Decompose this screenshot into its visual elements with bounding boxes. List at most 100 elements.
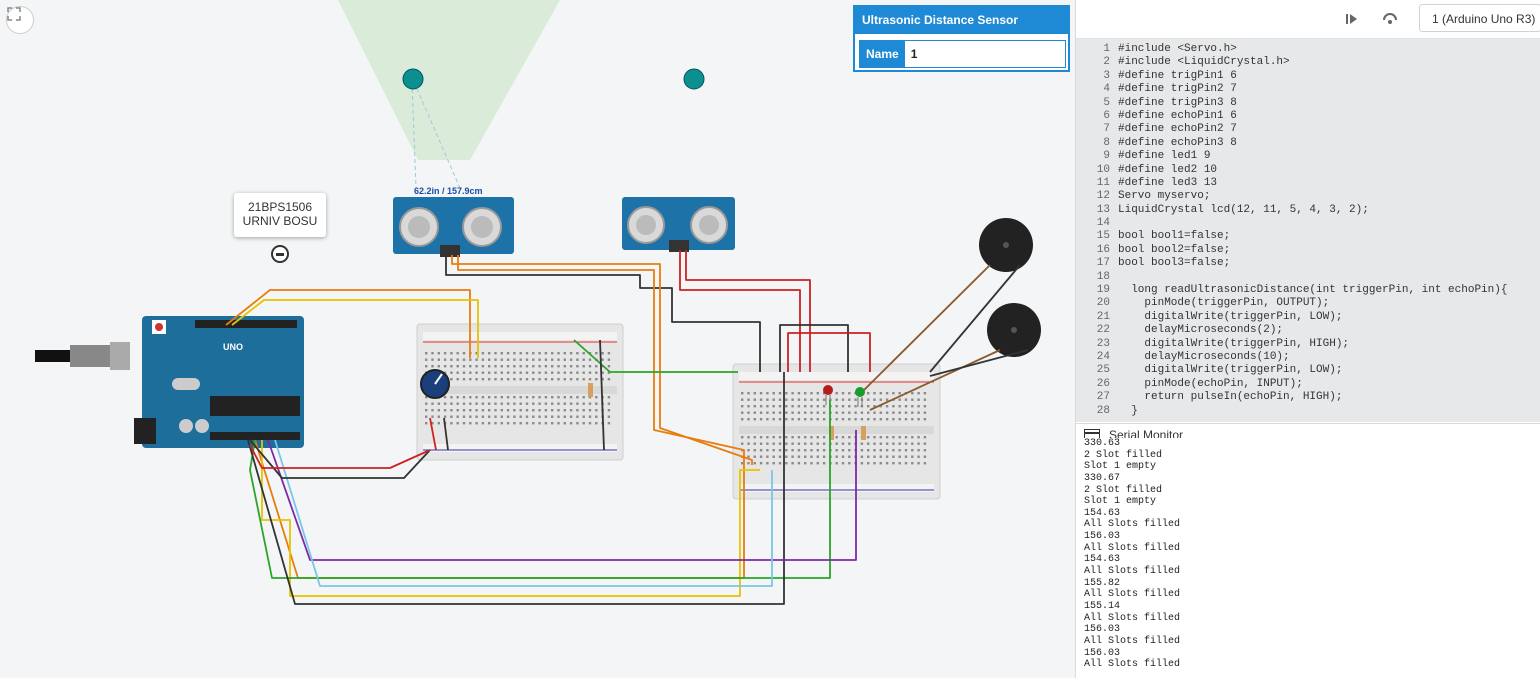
code-line[interactable]: #define trigPin2 7 bbox=[1118, 83, 1538, 96]
code-line[interactable]: #include <LiquidCrystal.h> bbox=[1118, 56, 1538, 69]
inspector-name-input[interactable] bbox=[904, 41, 1063, 67]
potentiometer[interactable] bbox=[420, 369, 450, 399]
piezo-buzzer-2[interactable] bbox=[987, 303, 1041, 357]
breadboard-hole bbox=[816, 436, 819, 439]
breadboard-hole bbox=[513, 415, 516, 418]
breadboard-2[interactable] bbox=[732, 363, 941, 500]
board-select[interactable]: 1 (Arduino Uno R3) bbox=[1419, 4, 1540, 32]
code-line[interactable]: delayMicroseconds(2); bbox=[1118, 324, 1538, 337]
breadboard-hole bbox=[923, 418, 927, 421]
breadboard-hole bbox=[519, 402, 522, 405]
code-line[interactable]: pinMode(echoPin, INPUT); bbox=[1118, 378, 1538, 391]
breadboard-hole bbox=[481, 378, 485, 381]
breadboard-hole bbox=[450, 371, 453, 374]
code-line[interactable]: LiquidCrystal lcd(12, 11, 5, 4, 3, 2); bbox=[1118, 204, 1538, 217]
code-line[interactable]: bool bool3=false; bbox=[1118, 257, 1538, 270]
breadboard-hole bbox=[747, 449, 750, 452]
distance-readout: 62.2in / 157.9cm bbox=[414, 186, 483, 196]
breadboard-hole bbox=[544, 409, 548, 412]
code-line[interactable] bbox=[1118, 271, 1538, 284]
breadboard-hole bbox=[753, 392, 756, 395]
breadboard-hole bbox=[816, 405, 819, 408]
breadboard-hole bbox=[488, 378, 491, 381]
code-line[interactable]: #define echoPin1 6 bbox=[1118, 110, 1538, 123]
breadboard-hole bbox=[797, 392, 801, 395]
line-number: 17 bbox=[1096, 257, 1110, 270]
breadboard-hole bbox=[595, 378, 598, 381]
breadboard-hole bbox=[772, 462, 775, 465]
breadboard-hole bbox=[898, 405, 901, 408]
breadboard-hole bbox=[822, 449, 826, 452]
code-editor[interactable]: 1 2 3 4 5 6 7 8 9 10 11 12 13 14 15 16 17 18 19 20 21 22 23 24 2… bbox=[1076, 39, 1540, 422]
breadboard-hole bbox=[551, 378, 554, 381]
breadboard-hole bbox=[500, 396, 503, 399]
code-line[interactable]: pinMode(triggerPin, OUTPUT); bbox=[1118, 297, 1538, 310]
breadboard-hole bbox=[848, 411, 851, 414]
annotation-note[interactable]: 21BPS1506 URNIV BOSU bbox=[234, 193, 326, 237]
serial-output-line: 154.63 bbox=[1084, 507, 1121, 519]
breadboard-hole bbox=[778, 436, 782, 439]
breadboard-hole bbox=[835, 462, 838, 465]
arduino-uno-board[interactable] bbox=[35, 316, 304, 448]
line-number: 24 bbox=[1096, 350, 1110, 363]
breadboard-hole bbox=[923, 449, 927, 452]
breadboard-hole bbox=[917, 398, 920, 401]
breadboard-hole bbox=[778, 442, 782, 445]
piezo-buzzer-1[interactable] bbox=[979, 218, 1033, 272]
breadboard-hole bbox=[557, 371, 560, 374]
code-line[interactable]: #define led1 9 bbox=[1118, 150, 1538, 163]
breadboard-hole bbox=[450, 396, 453, 399]
fit-to-view-button[interactable] bbox=[6, 6, 34, 34]
breadboard-hole bbox=[551, 396, 554, 399]
breadboard-hole bbox=[892, 418, 895, 421]
circuit-canvas[interactable]: 21BPS1506 URNIV BOSU 62.2in / 157.9cm UN… bbox=[0, 0, 1075, 678]
code-line[interactable]: #define led3 13 bbox=[1118, 177, 1538, 190]
breadboard-hole bbox=[532, 415, 535, 418]
code-line[interactable]: #define echoPin2 7 bbox=[1118, 123, 1538, 136]
code-lines[interactable]: #include <Servo.h> #include <LiquidCrysta… bbox=[1118, 43, 1538, 418]
code-line[interactable]: Servo myservo; bbox=[1118, 190, 1538, 203]
breadboard-hole bbox=[506, 409, 510, 412]
breadboard-hole bbox=[747, 405, 750, 408]
code-line[interactable]: long readUltrasonicDistance(int triggerP… bbox=[1118, 284, 1538, 297]
code-line[interactable]: #define led2 10 bbox=[1118, 164, 1538, 177]
code-line[interactable]: bool bool2=false; bbox=[1118, 244, 1538, 257]
target-object-2[interactable] bbox=[683, 68, 705, 90]
breadboard-hole bbox=[513, 402, 516, 405]
breadboard-hole bbox=[810, 392, 813, 395]
breadboard-hole bbox=[582, 415, 585, 418]
breadboard-hole bbox=[778, 392, 782, 395]
serial-output-line: 156.03 bbox=[1084, 531, 1121, 543]
breadboard-hole bbox=[860, 455, 864, 458]
breadboard-hole bbox=[563, 365, 566, 368]
ultrasonic-sensor-1[interactable] bbox=[393, 197, 514, 257]
serial-output-line: All Slots filled bbox=[1084, 566, 1181, 578]
code-line[interactable]: #include <Servo.h> bbox=[1118, 43, 1538, 56]
ultrasonic-sensor-2[interactable] bbox=[622, 197, 735, 252]
breadboard-hole bbox=[785, 392, 788, 395]
target-object-1[interactable] bbox=[402, 68, 424, 90]
code-line[interactable]: bool bool1=false; bbox=[1118, 230, 1538, 243]
annotation-pin-icon[interactable] bbox=[271, 245, 289, 263]
breadboard-hole bbox=[885, 405, 889, 408]
breadboard-hole bbox=[873, 462, 876, 465]
step-button[interactable] bbox=[1338, 7, 1366, 31]
code-line[interactable]: digitalWrite(triggerPin, LOW); bbox=[1118, 311, 1538, 324]
breadboard-hole bbox=[904, 442, 908, 445]
code-line[interactable]: digitalWrite(triggerPin, LOW); bbox=[1118, 364, 1538, 377]
breadboard-hole bbox=[563, 422, 566, 425]
code-line[interactable] bbox=[1118, 217, 1538, 230]
code-line[interactable]: #define trigPin3 8 bbox=[1118, 97, 1538, 110]
breadboard-hole bbox=[588, 409, 592, 412]
breadboard-hole bbox=[513, 371, 516, 374]
code-line[interactable]: digitalWrite(triggerPin, HIGH); bbox=[1118, 338, 1538, 351]
code-line[interactable]: } bbox=[1118, 405, 1538, 418]
breadboard-hole bbox=[588, 415, 592, 418]
code-line[interactable]: #define trigPin1 6 bbox=[1118, 70, 1538, 83]
breadboard-hole bbox=[785, 449, 788, 452]
circuit-drawing[interactable] bbox=[0, 0, 1075, 678]
restart-button[interactable] bbox=[1376, 7, 1404, 31]
code-line[interactable]: #define echoPin3 8 bbox=[1118, 137, 1538, 150]
code-line[interactable]: return pulseIn(echoPin, HIGH); bbox=[1118, 391, 1538, 404]
code-line[interactable]: delayMicroseconds(10); bbox=[1118, 351, 1538, 364]
